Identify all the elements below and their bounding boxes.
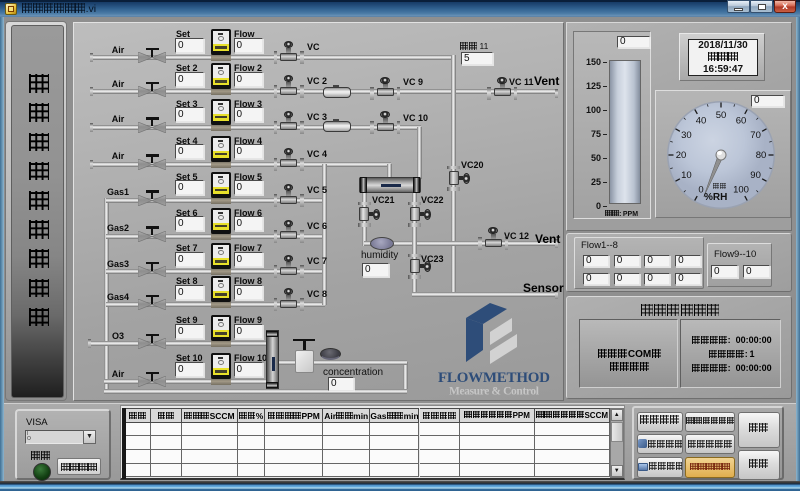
svg-text:Measure & Control: Measure & Control [449, 386, 539, 398]
svg-text:40: 40 [696, 115, 707, 126]
svg-text:60: 60 [736, 115, 747, 126]
svg-text:80: 80 [756, 150, 767, 161]
svg-text:70: 70 [750, 130, 761, 141]
svg-text:30: 30 [681, 130, 692, 141]
svg-text:100: 100 [733, 184, 749, 195]
svg-text:20: 20 [676, 150, 687, 161]
svg-text:50: 50 [716, 110, 727, 121]
svg-text:90: 90 [750, 170, 761, 181]
svg-text:0: 0 [698, 184, 703, 195]
svg-text:FLOWMETHOD: FLOWMETHOD [438, 370, 550, 386]
svg-text:10: 10 [681, 170, 692, 181]
